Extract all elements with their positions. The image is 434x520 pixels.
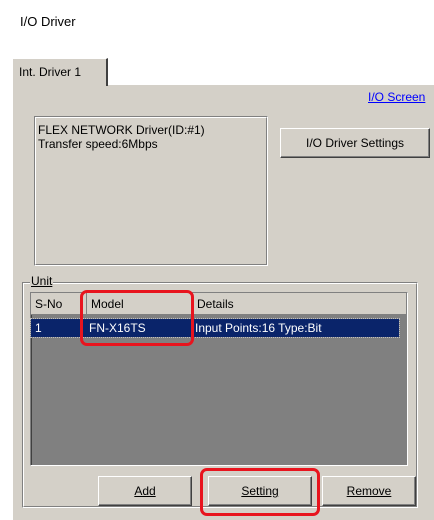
- setting-button-highlight: [200, 468, 320, 516]
- tab-int-driver-1[interactable]: Int. Driver 1: [12, 58, 108, 86]
- column-header-details[interactable]: Details: [193, 293, 407, 315]
- model-column-highlight: [80, 290, 194, 346]
- remove-button-label: Remove: [346, 484, 392, 498]
- row-sno-cell: 1: [35, 321, 42, 335]
- tab-label: Int. Driver 1: [19, 65, 82, 79]
- transfer-speed-text: Transfer speed:6Mbps: [38, 137, 158, 151]
- driver-info-box: FLEX NETWORK Driver(ID:#1) Transfer spee…: [34, 116, 268, 266]
- add-button[interactable]: Add: [98, 476, 192, 506]
- column-header-sno[interactable]: S-No: [31, 293, 87, 315]
- window-title: I/O Driver: [20, 14, 76, 29]
- io-driver-settings-button[interactable]: I/O Driver Settings: [280, 128, 430, 158]
- row-details-cell: Input Points:16 Type:Bit: [195, 321, 322, 335]
- io-driver-settings-label: I/O Driver Settings: [305, 136, 405, 150]
- io-screen-link[interactable]: I/O Screen: [368, 90, 425, 104]
- driver-name-text: FLEX NETWORK Driver(ID:#1): [38, 123, 205, 137]
- add-button-label: Add: [134, 484, 156, 498]
- remove-button[interactable]: Remove: [322, 476, 416, 506]
- unit-group-label: Unit: [30, 274, 54, 288]
